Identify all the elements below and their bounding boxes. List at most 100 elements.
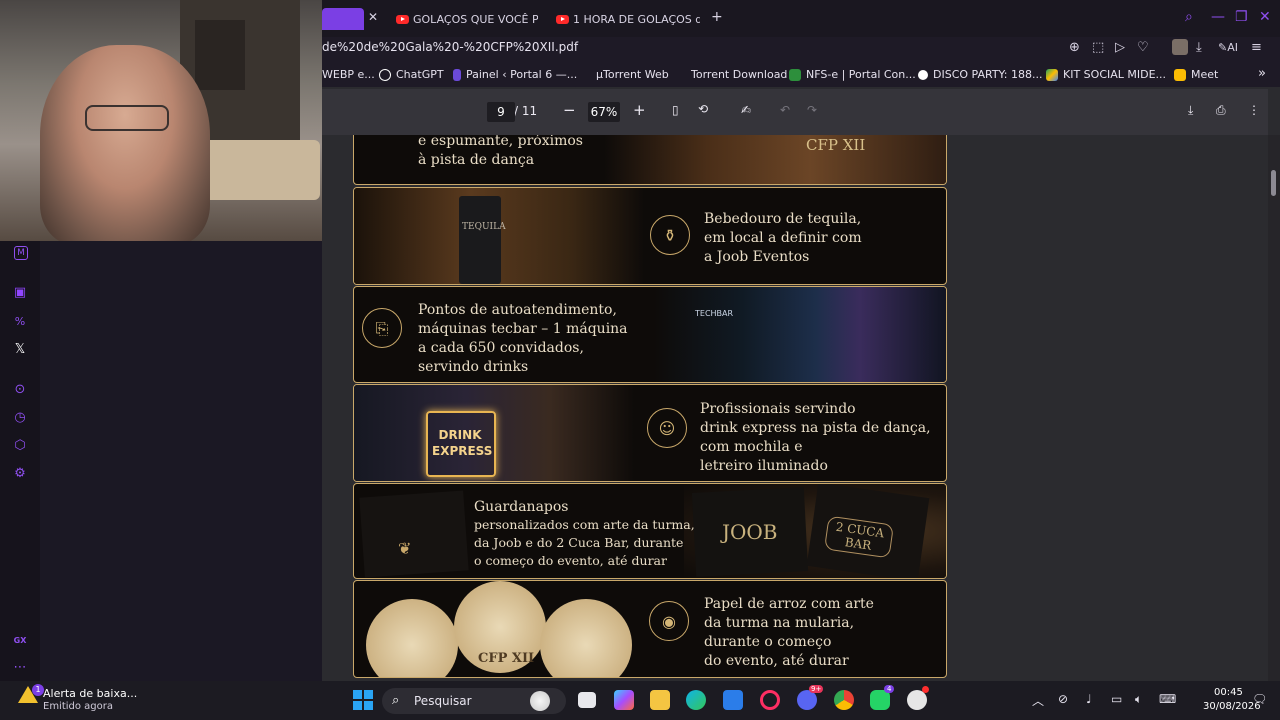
rotate-icon[interactable]: ⟲ bbox=[698, 102, 708, 116]
undo-icon[interactable]: ↶ bbox=[780, 103, 790, 117]
techbar-photo bbox=[654, 287, 946, 382]
panel-espumante: CFP XII e espumante, próximos à pista de… bbox=[353, 135, 947, 185]
player-icon[interactable]: ▷ bbox=[1115, 40, 1125, 55]
notifications-icon[interactable]: 🗨︎ bbox=[1252, 692, 1267, 706]
pdf-download-icon[interactable]: ⤓ bbox=[1188, 103, 1193, 118]
bookmark-webp[interactable]: WEBP e... bbox=[322, 68, 375, 81]
bookmark-meet[interactable]: Meet bbox=[1174, 68, 1218, 81]
annotate-icon[interactable]: ✍ bbox=[741, 103, 751, 117]
tab-golacos[interactable]: GOLAÇOS QUE VOCÊ PRO bbox=[396, 8, 538, 30]
bookmark-label: DISCO PARTY: 188... bbox=[933, 68, 1043, 81]
zoom-out-icon[interactable]: − bbox=[563, 101, 576, 119]
ai-button[interactable]: ✎AI bbox=[1218, 41, 1238, 54]
microphone-icon[interactable]: ♩ bbox=[1086, 692, 1092, 706]
zoom-level[interactable]: 67% bbox=[588, 102, 620, 122]
drink-express-label: DRINK EXPRESS bbox=[432, 428, 493, 458]
volume-icon[interactable]: 🔈︎ bbox=[1135, 692, 1142, 707]
profile-avatar-icon[interactable] bbox=[1172, 39, 1188, 55]
network-off-icon[interactable]: ⊘ bbox=[1058, 692, 1068, 706]
coin-shape-1 bbox=[366, 599, 458, 677]
search-tabs-icon[interactable]: ⌕ bbox=[1185, 9, 1193, 25]
youtube-icon bbox=[396, 14, 409, 24]
pdf-scrollbar[interactable] bbox=[1268, 135, 1280, 681]
rice-paper-icon: ◉ bbox=[649, 601, 689, 641]
discount-icon[interactable]: % bbox=[12, 314, 28, 330]
bookmarks-more-icon[interactable]: » bbox=[1258, 66, 1266, 81]
extensions-icon[interactable]: ⬡ bbox=[12, 438, 28, 454]
page-number-input[interactable]: 9 bbox=[487, 102, 515, 122]
bar-photo bbox=[604, 135, 946, 184]
opera-gx-icon[interactable] bbox=[760, 690, 780, 710]
snapshot-icon[interactable]: ⬚ bbox=[1092, 40, 1104, 55]
chrome-icon[interactable] bbox=[834, 690, 854, 710]
edge-icon[interactable] bbox=[686, 690, 706, 710]
display-icon[interactable]: ▭ bbox=[1111, 692, 1122, 706]
tequila-dispenser-shape bbox=[459, 196, 501, 284]
whatsapp-icon[interactable] bbox=[870, 690, 890, 710]
warning-icon: 1 bbox=[18, 684, 44, 704]
twitch-icon[interactable]: ▣ bbox=[12, 285, 28, 301]
new-tab-plus-icon[interactable]: + bbox=[711, 9, 723, 25]
print-icon[interactable]: ⎙ bbox=[1216, 103, 1226, 118]
bookmark-label: NFS-e | Portal Con... bbox=[806, 68, 916, 81]
redo-icon[interactable]: ↷ bbox=[807, 103, 817, 117]
more-options-icon[interactable]: ⋯ bbox=[12, 660, 28, 676]
url-text[interactable]: de%20de%20Gala%20-%20CFP%20XII.pdf bbox=[322, 40, 578, 54]
panel-espumante-text: e espumante, próximos à pista de dança bbox=[418, 135, 583, 170]
store-icon[interactable] bbox=[723, 690, 743, 710]
panel-guardanapos: ❦ JOOB 2 CUCA BAR Guardanapos personaliz… bbox=[353, 483, 947, 579]
pdf-more-icon[interactable]: ⋮ bbox=[1248, 103, 1260, 117]
bookmark-torrent-download[interactable]: Torrent Download bbox=[677, 68, 787, 81]
heart-icon[interactable]: ♡ bbox=[1137, 40, 1149, 55]
recording-indicator-icon bbox=[922, 686, 929, 693]
tray-chevron-icon[interactable]: ︿ bbox=[1032, 692, 1044, 709]
bookmark-disco-party[interactable]: DISCO PARTY: 188... bbox=[918, 68, 1043, 81]
bookmark-label: KIT SOCIAL MIDE... bbox=[1063, 68, 1167, 81]
x-twitter-icon[interactable]: 𝕏 bbox=[12, 342, 28, 358]
download-icon[interactable]: ⤓ bbox=[1196, 40, 1202, 55]
bookmark-kit-social[interactable]: KIT SOCIAL MIDE... bbox=[1046, 68, 1166, 81]
self-service-icon: ⎘ bbox=[362, 308, 402, 348]
bookmark-label: WEBP e... bbox=[322, 68, 375, 81]
notification-title[interactable]: Alerta de baixa... bbox=[43, 687, 137, 700]
restore-icon[interactable]: ❐ bbox=[1235, 9, 1248, 25]
tab-1-hora[interactable]: 1 HORA DE GOLAÇOS do C bbox=[556, 8, 700, 30]
taskbar-search[interactable]: ⌕ Pesquisar bbox=[382, 688, 566, 714]
bookmark-nfse[interactable]: NFS-e | Portal Con... bbox=[789, 68, 916, 81]
bookmark-label: µTorrent Web bbox=[596, 68, 669, 81]
file-explorer-icon[interactable] bbox=[650, 690, 670, 710]
gamepad-icon[interactable]: ⌨ bbox=[1159, 692, 1176, 706]
menu-icon[interactable]: ≡ bbox=[1251, 40, 1262, 55]
gx-label[interactable]: GX bbox=[12, 633, 28, 649]
bookmark-utorrent[interactable]: µTorrent Web bbox=[587, 68, 669, 81]
zoom-icon[interactable]: ⊕ bbox=[1069, 40, 1080, 55]
discord-icon[interactable] bbox=[797, 690, 817, 710]
obs-icon[interactable] bbox=[907, 690, 927, 710]
panel-line: Guardanapos bbox=[474, 499, 569, 515]
youtube-icon bbox=[556, 14, 569, 24]
task-view-icon[interactable] bbox=[578, 692, 596, 708]
ornament-icon: ❦ bbox=[398, 539, 412, 558]
tab-golacos-label: GOLAÇOS QUE VOCÊ PRO bbox=[413, 12, 538, 26]
tab-active[interactable] bbox=[322, 8, 364, 30]
pdf-scroll-thumb[interactable] bbox=[1271, 170, 1276, 196]
copilot-icon[interactable] bbox=[614, 690, 634, 710]
player-icon[interactable]: ⊙ bbox=[12, 382, 28, 398]
minimize-icon[interactable]: — bbox=[1211, 9, 1225, 25]
tab-close-icon[interactable]: ✕ bbox=[368, 10, 378, 24]
fit-page-icon[interactable]: ▯ bbox=[672, 103, 679, 117]
portal-icon bbox=[453, 68, 461, 81]
settings-gear-icon[interactable]: ⚙ bbox=[12, 466, 28, 482]
panel-line: com mochila e bbox=[700, 439, 803, 455]
panel-techbar-text: Pontos de autoatendimento, máquinas tecb… bbox=[418, 301, 628, 377]
history-icon[interactable]: ◷ bbox=[12, 410, 28, 426]
joob-logo-text: JOOB bbox=[722, 520, 778, 544]
bookmark-painel[interactable]: Painel ‹ Portal 6 —... bbox=[453, 68, 577, 81]
messenger-icon[interactable]: M bbox=[14, 246, 28, 260]
bookmark-chatgpt[interactable]: ChatGPT bbox=[379, 68, 444, 81]
clock-time[interactable]: 00:45 bbox=[1214, 687, 1243, 698]
windows-start-icon[interactable] bbox=[353, 690, 373, 710]
zoom-in-icon[interactable]: + bbox=[633, 101, 646, 119]
close-window-icon[interactable]: ✕ bbox=[1259, 9, 1271, 25]
webcam-overlay bbox=[0, 0, 322, 241]
